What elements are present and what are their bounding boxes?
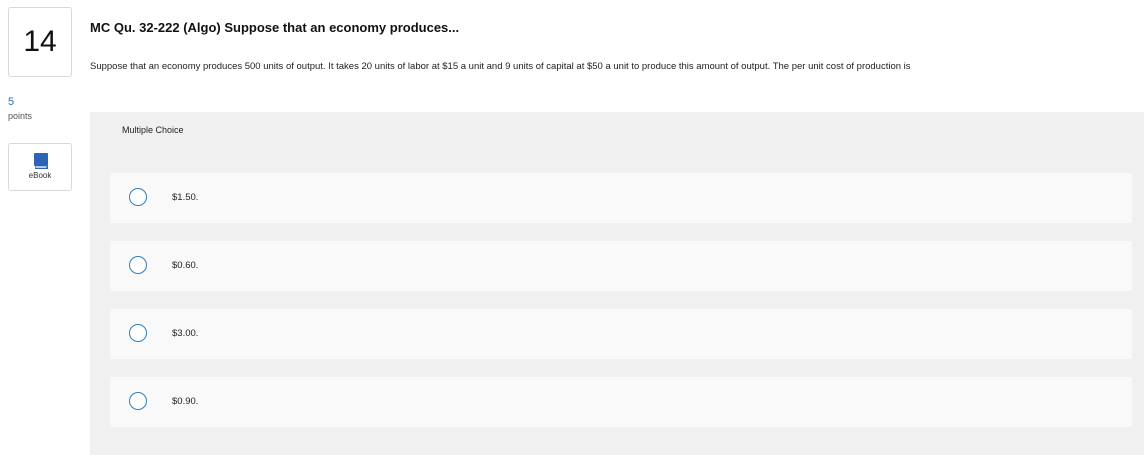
answer-choice-label: $1.50.: [172, 192, 199, 203]
answer-choice-label: $3.00.: [172, 328, 199, 339]
points-label: points: [8, 111, 33, 121]
answer-choice-label: $0.60.: [172, 260, 199, 271]
points-value: 5: [8, 96, 15, 108]
ebook-label: eBook: [28, 171, 52, 180]
answer-choice[interactable]: $1.50.: [110, 173, 1132, 223]
book-icon: [34, 153, 48, 169]
answer-choice-label: $0.90.: [172, 396, 199, 407]
answer-choice[interactable]: $0.90.: [110, 377, 1132, 427]
question-number-box: 14: [8, 7, 72, 77]
answer-choice[interactable]: $0.60.: [110, 241, 1132, 291]
answer-panel: Multiple Choice $1.50. $0.60. $3.00. $0.…: [90, 112, 1144, 455]
radio-button[interactable]: [129, 188, 147, 206]
radio-button[interactable]: [129, 392, 147, 410]
radio-button[interactable]: [129, 256, 147, 274]
answer-type-label: Multiple Choice: [122, 125, 184, 135]
answer-choice[interactable]: $3.00.: [110, 309, 1132, 359]
question-text: Suppose that an economy produces 500 uni…: [90, 61, 911, 72]
ebook-button[interactable]: eBook: [8, 143, 72, 191]
question-number: 14: [23, 25, 57, 58]
question-title: MC Qu. 32-222 (Algo) Suppose that an eco…: [90, 20, 460, 35]
radio-button[interactable]: [129, 324, 147, 342]
